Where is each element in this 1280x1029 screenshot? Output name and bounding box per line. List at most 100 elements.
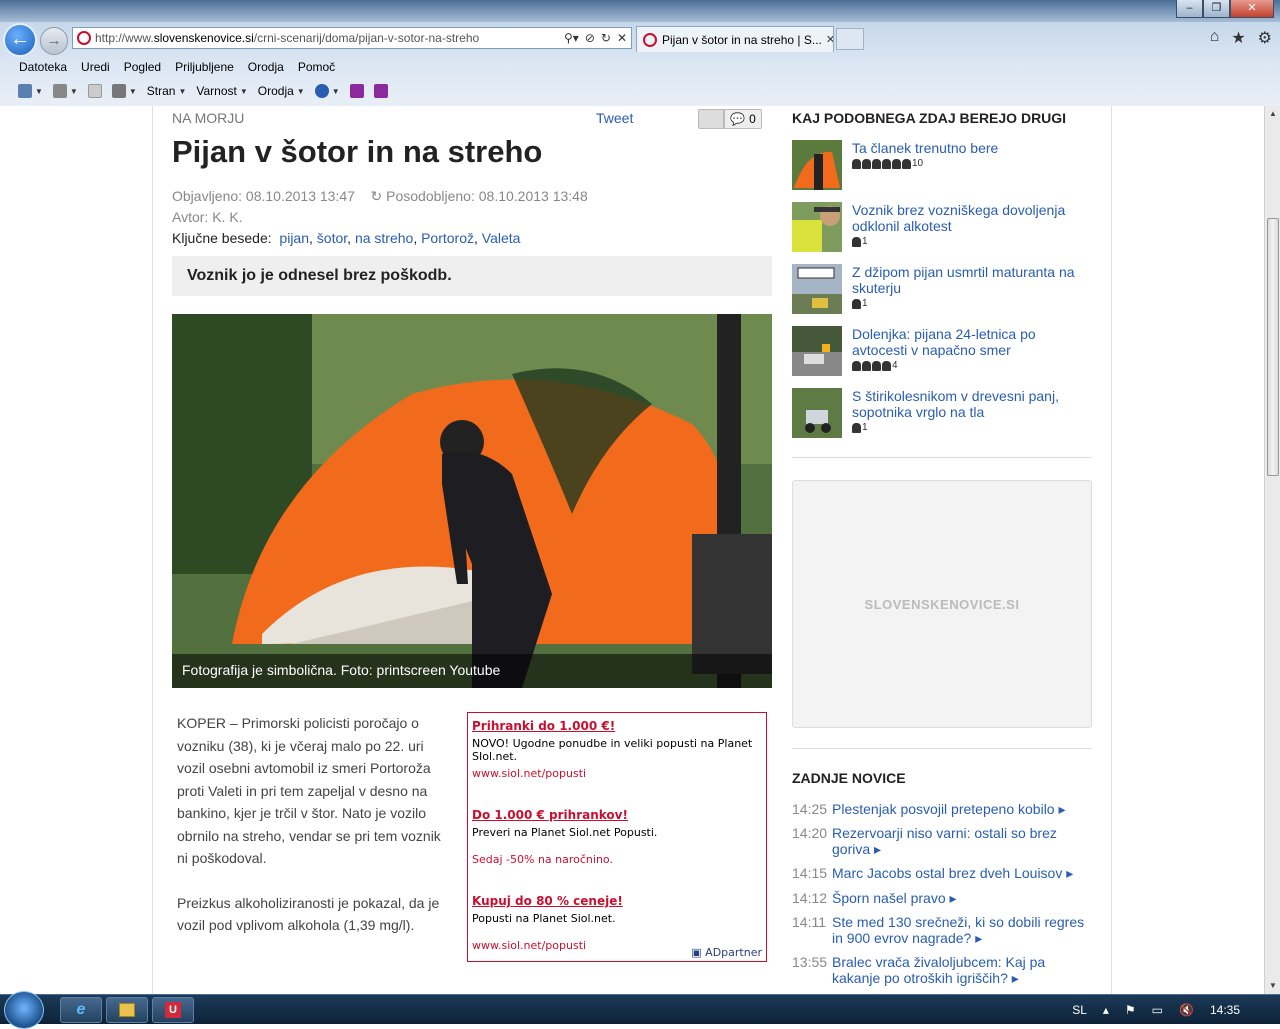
rss-icon (52, 84, 67, 98)
related-title[interactable]: S štirikolesnikom v drevesni panj, sopot… (852, 388, 1092, 420)
readers-indicator: 4 (852, 360, 1092, 371)
news-item[interactable]: 14:25 Plestenjak posvojil pretepeno kobil… (792, 801, 1092, 817)
menu-file[interactable]: Datoteka (12, 60, 74, 74)
related-item[interactable]: Ta članek trenutno bere 10 (792, 140, 1092, 190)
ad-headline[interactable]: Do 1.000 € prihrankov! (472, 808, 762, 822)
readers-count: 1 (862, 236, 868, 247)
url-text[interactable]: http://www.slovenskenovice.si/crni-scena… (95, 31, 564, 45)
close-window-button[interactable]: ✕ (1230, 0, 1274, 18)
ad-url[interactable]: www.siol.net/popusti (472, 767, 762, 780)
vertical-scrollbar[interactable]: ▲ ▼ (1264, 106, 1280, 994)
action-center-flag-icon[interactable]: ⚑ (1125, 1003, 1136, 1017)
refresh-icon[interactable]: ↻ (601, 31, 611, 45)
comments-button[interactable]: 💬 0 (724, 109, 762, 129)
stop-icon[interactable]: ✕ (617, 31, 627, 45)
related-title[interactable]: Voznik brez vozniškega dovoljenja odklon… (852, 202, 1092, 234)
photo-illustration (172, 314, 772, 688)
news-title[interactable]: Rezervoarji niso varni: ostali so brez g… (832, 825, 1092, 857)
news-item[interactable]: 14:20 Rezervoarji niso varni: ostali so b… (792, 825, 1092, 857)
forward-button[interactable]: → (40, 27, 68, 55)
compatibility-icon[interactable]: ⊘ (585, 31, 595, 45)
back-button[interactable]: ← (3, 23, 37, 57)
help-cmd[interactable]: ▼ (314, 84, 340, 98)
related-title[interactable]: Z džipom pijan usmrtil maturanta na skut… (852, 264, 1092, 296)
network-icon[interactable]: ▭ (1152, 1003, 1163, 1017)
related-title[interactable]: Ta članek trenutno bere (852, 140, 998, 156)
news-item[interactable]: 14:11 Ste med 130 srečneži, ki so dobili … (792, 914, 1092, 946)
related-title[interactable]: Dolenjka: pijana 24-letnica po avtocesti… (852, 326, 1092, 358)
tab-active[interactable]: Pijan v šotor in na streho | S... ✕ (636, 26, 834, 52)
related-item[interactable]: Z džipom pijan usmrtil maturanta na skut… (792, 264, 1092, 314)
related-thumbnail[interactable] (792, 264, 842, 314)
ad-headline[interactable]: Prihranki do 1.000 €! (472, 719, 762, 733)
taskbar-explorer[interactable] (106, 997, 148, 1023)
show-hidden-icons-icon[interactable]: ▴ (1103, 1003, 1109, 1017)
related-item[interactable]: Voznik brez vozniškega dovoljenja odklon… (792, 202, 1092, 252)
scroll-up-icon[interactable]: ▲ (1265, 106, 1280, 122)
author: Avtor: K. K. (172, 209, 243, 225)
address-bar[interactable]: http://www.slovenskenovice.si/crni-scena… (72, 27, 632, 49)
news-item[interactable]: 13:55 Bralec vrača živaloljubcem: Kaj pa … (792, 954, 1092, 986)
scroll-thumb[interactable] (1267, 218, 1279, 476)
maximize-button[interactable]: ❐ (1203, 0, 1230, 18)
site-favicon-icon (77, 31, 91, 45)
taskbar-app[interactable]: U (152, 997, 194, 1023)
menu-tools[interactable]: Orodja (241, 60, 291, 74)
news-item[interactable]: 14:15 Marc Jacobs ostal brez dveh Louisov… (792, 865, 1092, 881)
news-title[interactable]: Marc Jacobs ostal brez dveh Louisov ▸ (832, 865, 1073, 881)
home-cmd[interactable]: ▼ (18, 84, 43, 98)
new-tab-button[interactable] (836, 28, 864, 50)
related-thumbnail[interactable] (792, 388, 842, 438)
tools-menu[interactable]: Orodja ▼ (258, 84, 305, 98)
ad-headline[interactable]: Kupuj do 80 % ceneje! (472, 894, 762, 908)
keyword-link[interactable]: Valeta (482, 230, 521, 246)
search-icon[interactable]: ⚲▾ (564, 31, 579, 45)
language-indicator[interactable]: SL (1072, 1003, 1087, 1017)
volume-muted-icon[interactable]: 🔇 (1179, 1003, 1194, 1017)
news-title[interactable]: Šporn našel pravo ▸ (832, 890, 957, 906)
keyword-link[interactable]: na streho (355, 230, 413, 246)
clock[interactable]: 14:35 (1210, 1003, 1240, 1017)
safety-menu[interactable]: Varnost ▼ (196, 84, 247, 98)
news-title[interactable]: Bralec vrača živaloljubcem: Kaj pa kakan… (832, 954, 1092, 986)
related-item[interactable]: S štirikolesnikom v drevesni panj, sopot… (792, 388, 1092, 438)
related-thumbnail[interactable] (792, 326, 842, 376)
favorites-star-icon[interactable]: ★ (1231, 28, 1245, 48)
menu-view[interactable]: Pogled (117, 60, 168, 74)
related-item[interactable]: Dolenjka: pijana 24-letnica po avtocesti… (792, 326, 1092, 376)
menu-favorites[interactable]: Priljubljene (168, 60, 241, 74)
sidebar-ad-placeholder[interactable]: SLOVENSKENOVICE.SI (792, 480, 1092, 728)
news-title[interactable]: Plestenjak posvojil pretepeno kobilo ▸ (832, 801, 1066, 817)
tweet-button[interactable]: Tweet (596, 110, 633, 126)
related-thumbnail[interactable] (792, 140, 842, 190)
tab-close-icon[interactable]: ✕ (826, 33, 833, 46)
keyword-link[interactable]: pijan (279, 230, 309, 246)
page-menu[interactable]: Stran ▼ (147, 84, 187, 98)
onenote-cmd[interactable] (349, 84, 364, 98)
text-ad-box[interactable]: Prihranki do 1.000 €! NOVO! Ugodne ponud… (467, 712, 767, 962)
menu-help[interactable]: Pomoč (291, 60, 342, 74)
news-item[interactable]: 14:12 Šporn našel pravo ▸ (792, 890, 1092, 906)
article-paragraph: KOPER – Primorski policisti poročajo o v… (177, 715, 441, 866)
title-bar: – ❐ ✕ (0, 0, 1280, 22)
ad-partner-label[interactable]: ▣ ADpartner (691, 946, 762, 959)
print-article-button[interactable] (698, 109, 724, 129)
settings-gear-icon[interactable]: ⚙ (1258, 28, 1272, 48)
start-button[interactable] (4, 991, 44, 1029)
minimize-button[interactable]: – (1176, 0, 1203, 18)
keyword-link[interactable]: šotor (317, 230, 347, 246)
menu-edit[interactable]: Uredi (74, 60, 117, 74)
article-photo[interactable]: Fotografija je simbolična. Foto: printsc… (172, 314, 772, 688)
scroll-down-icon[interactable]: ▼ (1265, 978, 1280, 994)
home-icon[interactable]: ⌂ (1210, 28, 1220, 48)
mail-cmd[interactable] (87, 84, 102, 98)
keyword-link[interactable]: Portorož (421, 230, 474, 246)
section-label[interactable]: NA MORJU (172, 110, 244, 126)
onenote-send-cmd[interactable] (373, 84, 388, 98)
related-thumbnail[interactable] (792, 202, 842, 252)
news-title[interactable]: Ste med 130 srečneži, ki so dobili regre… (832, 914, 1092, 946)
taskbar-ie[interactable]: e (60, 997, 102, 1023)
feeds-cmd[interactable]: ▼ (52, 84, 78, 98)
ad-url[interactable]: Sedaj -50% na naročnino. (472, 853, 762, 866)
print-cmd[interactable]: ▼ (111, 84, 137, 98)
